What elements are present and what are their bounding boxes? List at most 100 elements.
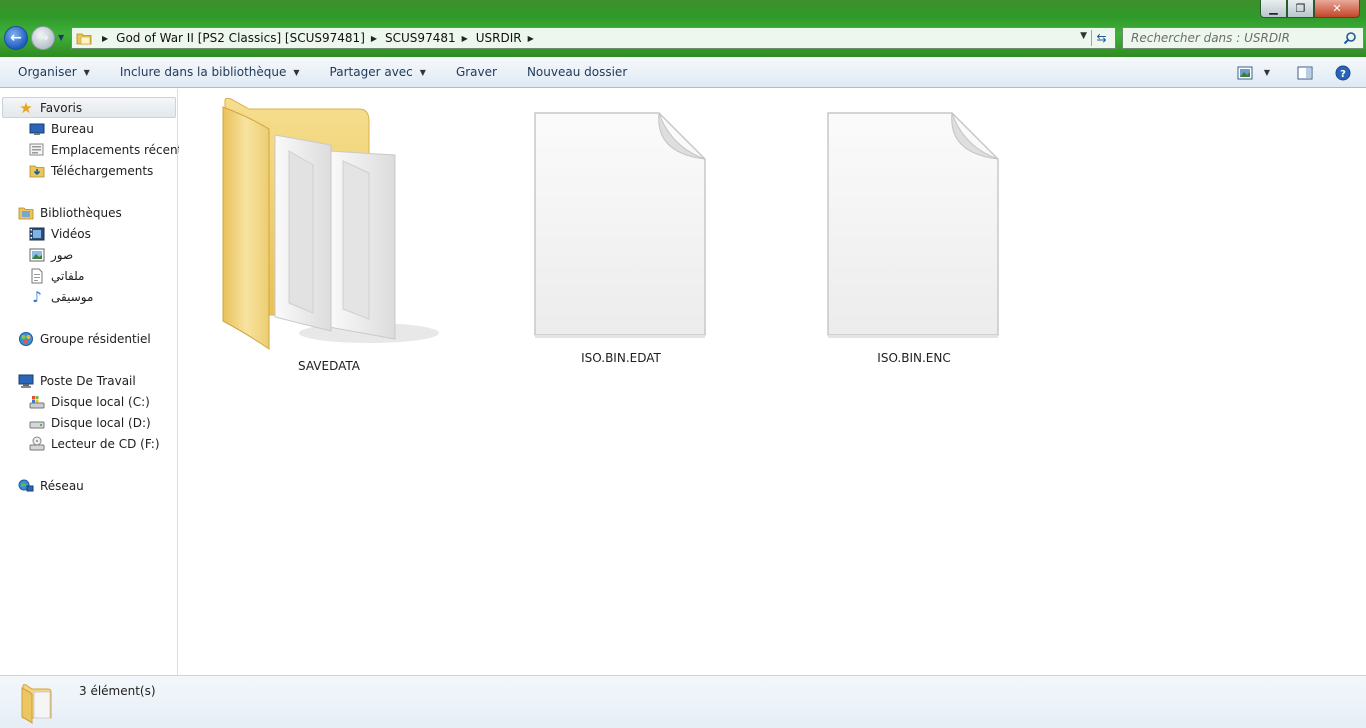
breadcrumb-separator-icon[interactable]: ▶ xyxy=(102,34,108,43)
maximize-button[interactable]: ❐ xyxy=(1287,0,1314,18)
recent-places-icon xyxy=(29,142,45,158)
sidebar-item-label: Emplacements récents xyxy=(51,143,189,157)
forward-button[interactable]: → xyxy=(31,26,55,50)
view-icon xyxy=(1237,66,1253,79)
breadcrumb-item[interactable]: SCUS97481 xyxy=(385,31,456,45)
sidebar-item-drive-c[interactable]: Disque local (C:) xyxy=(29,392,150,412)
toolbar-right: ▼ ? xyxy=(1228,57,1366,88)
sidebar-item-drive-d[interactable]: Disque local (D:) xyxy=(29,413,151,433)
file-list: SAVEDATA ISO.BIN.EDAT ISO.BIN.ENC xyxy=(179,89,1366,675)
item-count: 3 élément(s) xyxy=(79,684,156,698)
file-name: ISO.BIN.ENC xyxy=(877,351,951,365)
sidebar-item-network[interactable]: Réseau xyxy=(18,476,84,496)
sidebar-item-cd-drive[interactable]: Lecteur de CD (F:) xyxy=(29,434,160,454)
new-folder-label: Nouveau dossier xyxy=(526,65,628,79)
computer-icon xyxy=(18,373,34,389)
chevron-down-icon: ▼ xyxy=(1263,68,1271,77)
video-icon xyxy=(29,226,45,242)
search-input[interactable] xyxy=(1131,31,1331,45)
preview-pane-icon xyxy=(1297,66,1313,79)
blank-file-icon xyxy=(827,112,999,338)
sidebar-item-label: Réseau xyxy=(40,479,84,493)
chevron-down-icon: ▼ xyxy=(293,67,300,77)
window-controls: ▁ ❐ ✕ xyxy=(1260,0,1360,18)
chevron-down-icon: ▼ xyxy=(83,67,90,77)
sidebar-item-label: Lecteur de CD (F:) xyxy=(51,437,160,451)
file-item[interactable]: ISO.BIN.EDAT xyxy=(531,109,711,365)
organize-menu[interactable]: Organiser ▼ xyxy=(0,65,105,79)
address-bar[interactable]: ▶ God of War II [PS2 Classics] [SCUS9748… xyxy=(71,27,1116,49)
help-button[interactable]: ? xyxy=(1334,65,1352,81)
help-icon: ? xyxy=(1335,65,1351,80)
sidebar-item-label: Groupe résidentiel xyxy=(40,332,151,346)
title-bar: ▁ ❐ ✕ ← → ▼ ▶ God of War II [PS2 Classic… xyxy=(0,0,1366,57)
sidebar-item-computer[interactable]: Poste De Travail xyxy=(18,371,136,391)
system-drive-icon xyxy=(29,394,45,410)
pictures-icon xyxy=(29,247,45,263)
file-name: ISO.BIN.EDAT xyxy=(581,351,661,365)
sidebar-item-favorites[interactable]: ★ Favoris xyxy=(18,98,82,118)
new-folder-button[interactable]: Nouveau dossier xyxy=(512,65,642,79)
sidebar-item-libraries[interactable]: Bibliothèques xyxy=(18,203,122,223)
view-options-dropdown[interactable]: ▼ xyxy=(1262,65,1272,81)
close-button[interactable]: ✕ xyxy=(1314,0,1360,18)
sidebar-item-recent-places[interactable]: Emplacements récents xyxy=(29,140,189,160)
include-library-label: Inclure dans la bibliothèque xyxy=(119,65,287,79)
sidebar-item-label: ملفاتي xyxy=(51,269,85,283)
breadcrumb-separator-icon[interactable]: ▶ xyxy=(528,34,534,43)
sidebar-item-downloads[interactable]: Téléchargements xyxy=(29,161,153,181)
star-icon: ★ xyxy=(19,99,33,117)
file-item[interactable]: ISO.BIN.ENC xyxy=(824,109,1004,365)
sidebar-item-homegroup[interactable]: Groupe résidentiel xyxy=(18,329,151,349)
folder-item[interactable]: SAVEDATA xyxy=(219,95,439,373)
organize-label: Organiser xyxy=(18,65,77,79)
command-bar: Organiser ▼ Inclure dans la bibliothèque… xyxy=(0,57,1366,88)
burn-label: Graver xyxy=(455,65,497,79)
refresh-icon: ⇆ xyxy=(1096,31,1107,45)
documents-icon xyxy=(29,268,45,284)
search-box[interactable] xyxy=(1122,27,1364,49)
search-icon[interactable] xyxy=(1343,31,1357,45)
homegroup-icon xyxy=(18,331,34,347)
navigation-pane: ★ Favoris Bureau Emplacements récents Té… xyxy=(0,89,189,675)
sidebar-item-music[interactable]: ♪ موسيقى xyxy=(29,287,93,307)
sidebar-item-label: Disque local (C:) xyxy=(51,395,150,409)
network-icon xyxy=(18,478,34,494)
preview-pane-button[interactable] xyxy=(1296,65,1314,81)
sidebar-item-label: صور xyxy=(51,248,74,262)
back-button[interactable]: ← xyxy=(4,26,28,50)
sidebar-item-label: Bibliothèques xyxy=(40,206,122,220)
sidebar-item-label: موسيقى xyxy=(51,290,94,304)
hard-drive-icon xyxy=(29,415,45,431)
breadcrumb-item[interactable]: God of War II [PS2 Classics] [SCUS97481] xyxy=(116,31,365,45)
breadcrumb-item[interactable]: USRDIR xyxy=(476,31,522,45)
cd-drive-icon xyxy=(29,436,45,452)
refresh-button[interactable]: ⇆ xyxy=(1091,30,1111,46)
sidebar-item-label: Vidéos xyxy=(51,227,91,241)
burn-button[interactable]: Graver xyxy=(441,65,512,79)
back-arrow-icon: ← xyxy=(10,30,22,46)
forward-arrow-icon: → xyxy=(37,30,49,46)
share-with-menu[interactable]: Partager avec ▼ xyxy=(315,65,441,79)
address-history-dropdown[interactable]: ▼ xyxy=(1080,31,1087,41)
minimize-button[interactable]: ▁ xyxy=(1260,0,1287,18)
folder-icon xyxy=(21,684,52,724)
sidebar-item-desktop[interactable]: Bureau xyxy=(29,119,94,139)
downloads-folder-icon xyxy=(29,163,45,179)
change-view-button[interactable] xyxy=(1236,65,1254,81)
include-library-menu[interactable]: Inclure dans la bibliothèque ▼ xyxy=(105,65,315,79)
breadcrumb-separator-icon[interactable]: ▶ xyxy=(462,34,468,43)
chevron-down-icon: ▼ xyxy=(419,67,426,77)
share-with-label: Partager avec xyxy=(329,65,413,79)
file-name: SAVEDATA xyxy=(298,359,360,373)
blank-file-icon xyxy=(534,112,706,338)
recent-pages-dropdown[interactable]: ▼ xyxy=(58,33,64,42)
sidebar-item-documents[interactable]: ملفاتي xyxy=(29,266,84,286)
sidebar-item-pictures[interactable]: صور xyxy=(29,245,73,265)
folder-icon xyxy=(76,33,92,45)
sidebar-item-label: Favoris xyxy=(40,101,83,115)
sidebar-item-videos[interactable]: Vidéos xyxy=(29,224,91,244)
desktop-icon xyxy=(29,121,45,137)
breadcrumb-separator-icon[interactable]: ▶ xyxy=(371,34,377,43)
details-pane: 3 élément(s) xyxy=(0,675,1366,728)
